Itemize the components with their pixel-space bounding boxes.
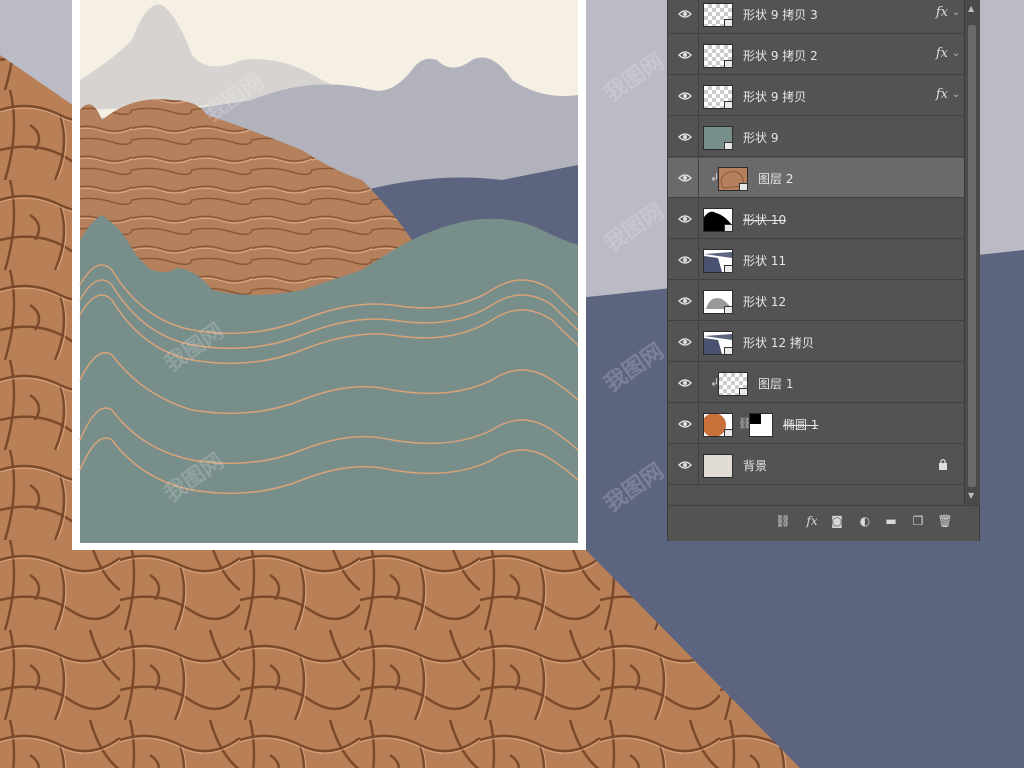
chevron-down-icon[interactable]: ⌄ bbox=[952, 48, 960, 59]
eye-icon[interactable] bbox=[678, 89, 692, 103]
smart-object-icon bbox=[724, 60, 733, 68]
smart-object-icon bbox=[724, 142, 733, 150]
layer-name[interactable]: 形状 10 bbox=[743, 211, 786, 228]
smart-object-icon bbox=[724, 224, 733, 232]
layer-thumbnail bbox=[718, 167, 748, 191]
layer-name[interactable]: 椭圆 1 bbox=[783, 416, 818, 433]
eye-icon[interactable] bbox=[678, 335, 692, 349]
layer-row[interactable]: 形状 12 bbox=[668, 281, 964, 321]
divider bbox=[698, 445, 699, 485]
layer-row[interactable]: 形状 9 拷贝 fx ⌄ bbox=[668, 76, 964, 116]
layers-panel: 形状 9 拷贝 3 fx ⌄ 形状 9 拷贝 2 fx ⌄ 形状 9 拷贝 fx ⌄ 形状 9 ↲ 图… bbox=[668, 0, 980, 541]
eye-icon[interactable] bbox=[678, 417, 692, 431]
layer-name[interactable]: 图层 1 bbox=[758, 375, 793, 392]
layer-row[interactable]: 形状 9 拷贝 3 fx ⌄ bbox=[668, 0, 964, 34]
smart-object-icon bbox=[724, 19, 733, 27]
layer-name[interactable]: 形状 9 拷贝 bbox=[743, 88, 806, 105]
new-layer-icon[interactable]: ❐ bbox=[909, 514, 927, 530]
divider bbox=[698, 117, 699, 157]
adjustment-icon[interactable]: ◐ bbox=[856, 514, 874, 530]
layer-name[interactable]: 形状 9 拷贝 3 bbox=[743, 6, 818, 23]
link-icon[interactable]: ⛓ bbox=[774, 514, 792, 530]
fx-icon[interactable]: fx bbox=[936, 46, 948, 61]
layer-row[interactable]: ⛓ 椭圆 1 bbox=[668, 404, 964, 444]
eye-icon[interactable] bbox=[678, 171, 692, 185]
chevron-down-icon[interactable]: ⌄ bbox=[952, 7, 960, 18]
divider bbox=[698, 35, 699, 75]
divider bbox=[698, 363, 699, 403]
scroll-up-icon[interactable]: ▲ bbox=[968, 4, 974, 13]
eye-icon[interactable] bbox=[678, 253, 692, 267]
divider bbox=[698, 240, 699, 280]
layer-name[interactable]: 形状 11 bbox=[743, 252, 786, 269]
layer-name[interactable]: 形状 12 bbox=[743, 293, 786, 310]
layer-name[interactable]: 形状 12 拷贝 bbox=[743, 334, 814, 351]
fx-icon[interactable]: fx bbox=[936, 5, 948, 20]
layer-thumbnail bbox=[703, 44, 733, 68]
divider bbox=[698, 0, 699, 34]
smart-object-icon bbox=[739, 388, 748, 396]
mask-icon[interactable]: ◙ bbox=[828, 514, 846, 530]
smart-object-icon bbox=[739, 183, 748, 191]
eye-icon[interactable] bbox=[678, 130, 692, 144]
layer-row[interactable]: 形状 12 拷贝 bbox=[668, 322, 964, 362]
divider bbox=[698, 281, 699, 321]
layer-name[interactable]: 图层 2 bbox=[758, 170, 793, 187]
eye-icon[interactable] bbox=[678, 294, 692, 308]
scroll-down-icon[interactable]: ▼ bbox=[968, 491, 974, 500]
layer-row[interactable]: ↲ 图层 2 bbox=[668, 158, 964, 198]
divider bbox=[698, 76, 699, 116]
layer-row[interactable]: ↲ 图层 1 bbox=[668, 363, 964, 403]
layer-thumbnail bbox=[703, 331, 733, 355]
layer-thumbnail bbox=[703, 3, 733, 27]
layer-name[interactable]: 背景 bbox=[743, 457, 767, 474]
eye-icon[interactable] bbox=[678, 48, 692, 62]
fx-icon[interactable]: fx bbox=[803, 514, 821, 530]
eye-icon[interactable] bbox=[678, 212, 692, 226]
divider bbox=[698, 404, 699, 444]
layer-row[interactable]: 形状 9 拷贝 2 fx ⌄ bbox=[668, 35, 964, 75]
trash-icon[interactable]: 🗑 bbox=[936, 514, 954, 530]
mask-thumbnail bbox=[749, 413, 773, 437]
layer-row[interactable]: 形状 9 bbox=[668, 117, 964, 157]
layer-thumbnail bbox=[703, 208, 733, 232]
layer-name[interactable]: 形状 9 bbox=[743, 129, 778, 146]
layer-row[interactable]: 背景 bbox=[668, 445, 964, 485]
layers-footer-toolbar: ⛓ fx ◙ ◐ ▬ ❐ 🗑 bbox=[668, 505, 979, 541]
fx-icon[interactable]: fx bbox=[936, 87, 948, 102]
scrollbar-thumb[interactable] bbox=[968, 25, 976, 487]
layer-thumbnail bbox=[703, 290, 733, 314]
divider bbox=[698, 322, 699, 362]
layer-thumbnail bbox=[718, 372, 748, 396]
artwork-frame bbox=[72, 0, 586, 550]
eye-icon[interactable] bbox=[678, 458, 692, 472]
smart-object-icon bbox=[724, 101, 733, 109]
layer-thumbnail bbox=[703, 85, 733, 109]
layer-thumbnail bbox=[703, 454, 733, 478]
smart-object-icon bbox=[724, 347, 733, 355]
layer-row[interactable]: 形状 11 bbox=[668, 240, 964, 280]
smart-object-icon bbox=[724, 265, 733, 273]
folder-icon[interactable]: ▬ bbox=[882, 514, 900, 530]
layer-thumbnail bbox=[703, 413, 733, 437]
layer-name[interactable]: 形状 9 拷贝 2 bbox=[743, 47, 818, 64]
lock-icon bbox=[939, 458, 947, 470]
eye-icon[interactable] bbox=[678, 7, 692, 21]
layer-thumbnail bbox=[703, 249, 733, 273]
divider bbox=[698, 158, 699, 198]
layers-scrollbar[interactable]: ▲ ▼ bbox=[964, 0, 980, 505]
eye-icon[interactable] bbox=[678, 376, 692, 390]
chevron-down-icon[interactable]: ⌄ bbox=[952, 89, 960, 100]
layer-thumbnail bbox=[703, 126, 733, 150]
divider bbox=[698, 199, 699, 239]
smart-object-icon bbox=[724, 306, 733, 314]
layer-row[interactable]: 形状 10 bbox=[668, 199, 964, 239]
smart-object-icon bbox=[724, 429, 733, 437]
